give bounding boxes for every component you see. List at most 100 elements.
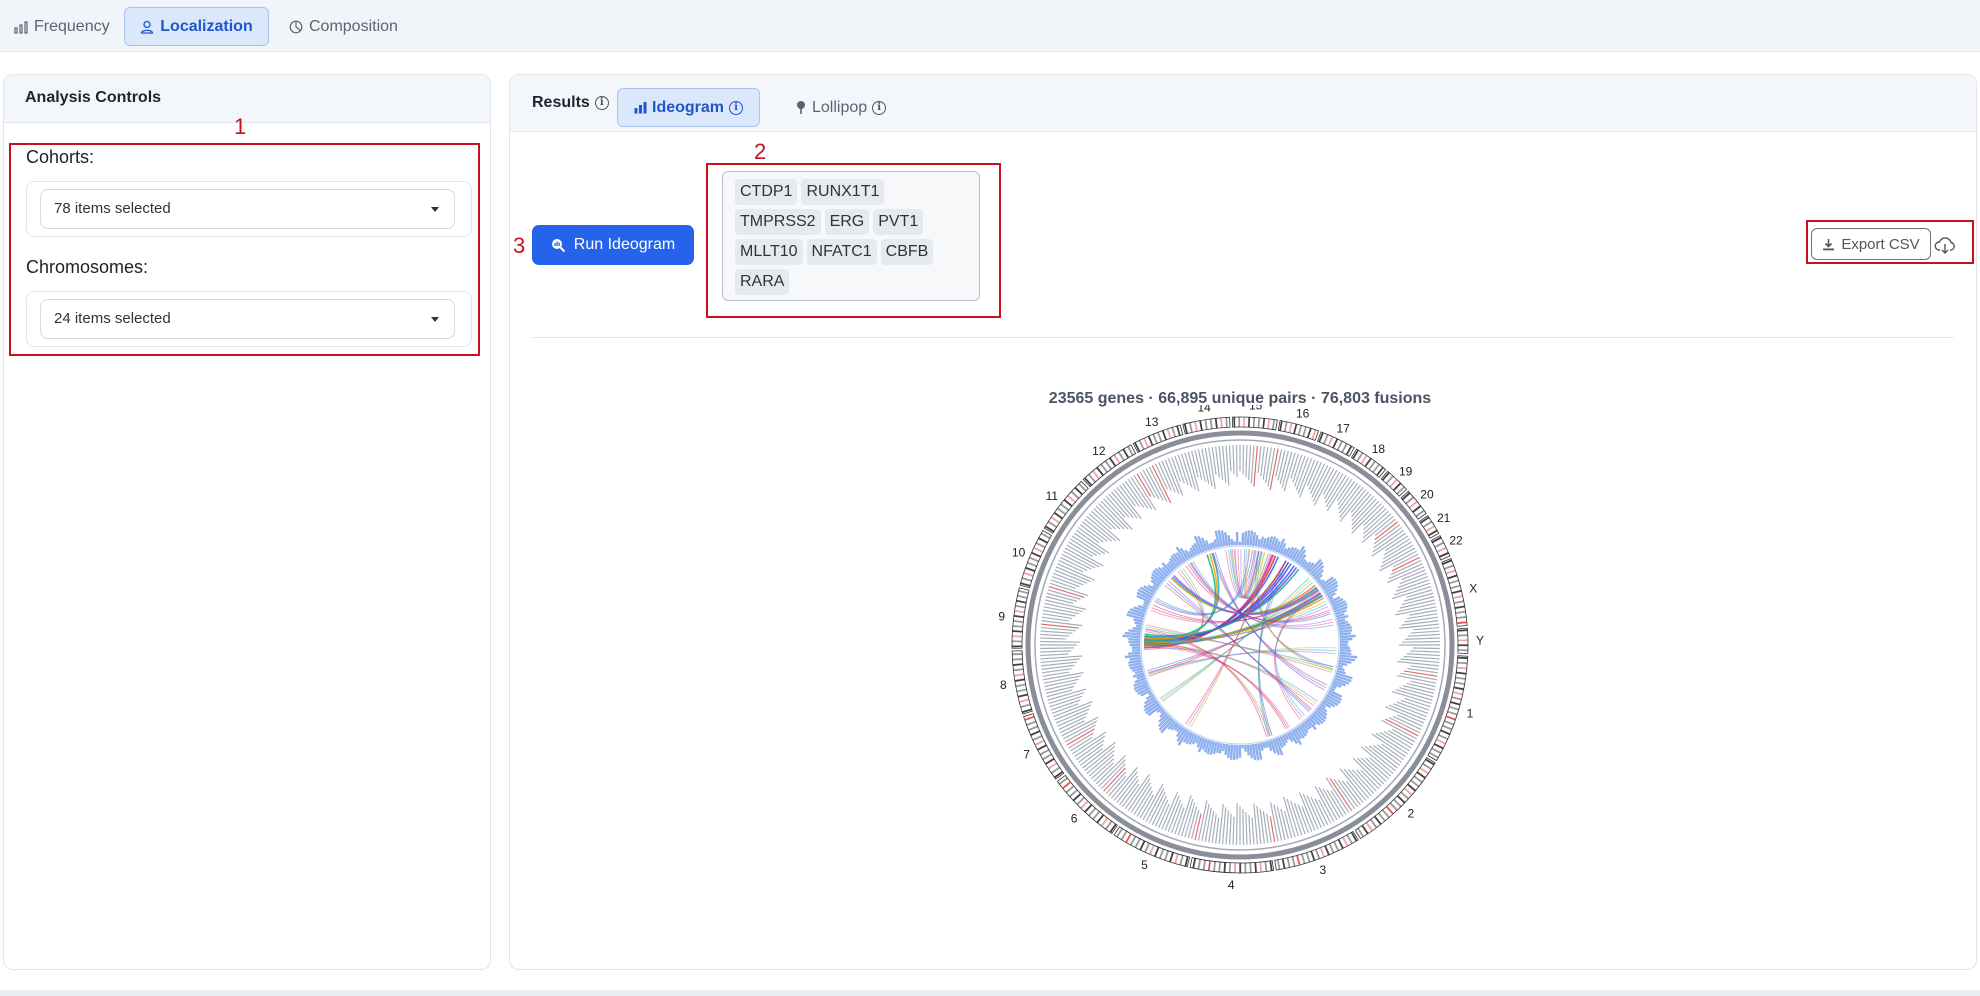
annotation-number-1: 1 (234, 114, 247, 139)
gene-chip[interactable]: NFATC1 (806, 239, 877, 265)
density-bar (1339, 632, 1352, 636)
gene-label-tick (1336, 478, 1353, 502)
info-icon[interactable]: i (729, 100, 744, 115)
chevron-down-icon (431, 317, 439, 322)
gene-label-tick (1040, 626, 1076, 632)
density-bar (1337, 664, 1344, 669)
density-bar (1224, 743, 1229, 756)
chromosome-label: 2 (1408, 807, 1415, 821)
gene-label-tick (1119, 484, 1136, 507)
gene-label-tick (1040, 653, 1069, 657)
gene-chip[interactable]: RARA (735, 269, 790, 295)
gene-label-tick (1232, 816, 1235, 845)
tab-lollipop[interactable]: Lollipop i (778, 88, 903, 127)
gene-label-tick (1277, 449, 1286, 481)
chromosome-label: 4 (1228, 878, 1235, 892)
gene-label-tick (1139, 794, 1155, 819)
info-icon[interactable]: i (594, 96, 609, 110)
gene-label-tick (1253, 445, 1259, 487)
gene-label-tick (1407, 633, 1440, 637)
gene-label-tick (1312, 466, 1332, 502)
density-bar (1262, 741, 1266, 749)
gene-label-tick (1215, 817, 1220, 844)
tab-frequency[interactable]: Frequency (0, 7, 124, 46)
gene-label-tick (1040, 640, 1081, 643)
gene-selector[interactable]: CTDP1 RUNX1T1 TMPRSS2 ERG PVT1 MLLT10 NF… (722, 171, 980, 301)
density-bar (1124, 631, 1141, 636)
chromosome-label: 15 (1249, 405, 1263, 413)
results-header: Results i Ideogram i Lollipop i (510, 75, 1976, 132)
density-bar (1251, 532, 1257, 547)
gene-label-tick (1191, 450, 1199, 478)
density-bar (1328, 596, 1334, 601)
gene-label-tick (1082, 521, 1108, 543)
chromosome-label: 20 (1420, 488, 1434, 502)
gene-label-tick (1235, 445, 1238, 478)
gene-label-tick (1410, 665, 1439, 670)
gene-label-tick (1257, 446, 1262, 474)
gene-chip[interactable]: TMPRSS2 (735, 209, 821, 235)
chromosome-stripe (1239, 862, 1242, 873)
density-bar (1147, 691, 1153, 696)
chromosome-label: 6 (1071, 811, 1078, 825)
info-icon[interactable]: i (872, 100, 887, 115)
gene-label-tick (1385, 706, 1425, 724)
tab-composition[interactable]: Composition (275, 7, 412, 46)
density-bar (1338, 656, 1356, 662)
density-bar (1246, 530, 1251, 546)
gene-label-tick (1360, 746, 1394, 775)
gene-label-tick (1124, 480, 1145, 508)
gene-chip[interactable]: CTDP1 (735, 179, 798, 205)
bar-chart-icon (14, 20, 28, 34)
chromosome-label: 12 (1092, 444, 1106, 458)
gene-label-tick (1046, 689, 1073, 698)
gene-chip[interactable]: MLLT10 (735, 239, 803, 265)
gene-label-tick (1221, 445, 1227, 483)
gene-label-tick (1374, 518, 1396, 536)
gene-chip[interactable]: CBFB (880, 239, 934, 265)
chromosome-label: 22 (1449, 534, 1463, 548)
gene-label-tick (1232, 445, 1235, 475)
chromosome-label: 14 (1198, 405, 1212, 415)
gene-label-tick (1404, 637, 1440, 640)
run-ideogram-button[interactable]: Run Ideogram (532, 225, 694, 265)
gene-chip[interactable]: ERG (824, 209, 870, 235)
chromosome-label: 9 (998, 609, 1005, 623)
gene-label-tick (1351, 503, 1382, 534)
gene-chip[interactable]: RUNX1T1 (801, 179, 885, 205)
bar-chart-icon (634, 102, 647, 114)
fusion-chord (1144, 553, 1218, 640)
gene-label-tick (1403, 655, 1440, 660)
tab-localization-label: Localization (160, 17, 253, 35)
gene-label-tick (1406, 653, 1440, 657)
density-bar (1249, 530, 1254, 546)
gene-label-tick (1040, 655, 1083, 660)
gene-label-tick (1040, 637, 1067, 640)
tab-composition-label: Composition (309, 17, 398, 35)
gene-label-tick (1228, 445, 1232, 472)
cohorts-label: Cohorts: (26, 147, 95, 167)
density-bar (1124, 654, 1141, 659)
gene-label-tick (1040, 630, 1073, 634)
gene-label-tick (1136, 473, 1152, 498)
gene-label-tick (1283, 810, 1293, 839)
cloud-download-icon[interactable] (1934, 234, 1956, 256)
chromosomes-select[interactable]: 24 items selected (40, 299, 455, 339)
gene-label-tick (1103, 498, 1133, 530)
gene-label-tick (1242, 808, 1245, 845)
gene-label-tick (1363, 508, 1387, 531)
export-csv-button[interactable]: Export CSV (1811, 228, 1931, 260)
gene-chip[interactable]: PVT1 (873, 209, 924, 235)
tab-ideogram[interactable]: Ideogram i (617, 88, 761, 127)
chromosome-label: 18 (1372, 442, 1386, 456)
gene-label-tick (1197, 449, 1206, 482)
chromosome-stripe (1457, 639, 1468, 642)
cohorts-select[interactable]: 78 items selected (40, 189, 455, 229)
density-bar (1257, 538, 1261, 547)
gene-label-tick (1251, 817, 1255, 845)
density-bar (1339, 649, 1352, 653)
results-label: Results (532, 94, 590, 111)
gene-label-tick (1391, 690, 1432, 705)
tab-localization[interactable]: Localization (124, 7, 269, 46)
gene-label-tick (1225, 445, 1230, 486)
